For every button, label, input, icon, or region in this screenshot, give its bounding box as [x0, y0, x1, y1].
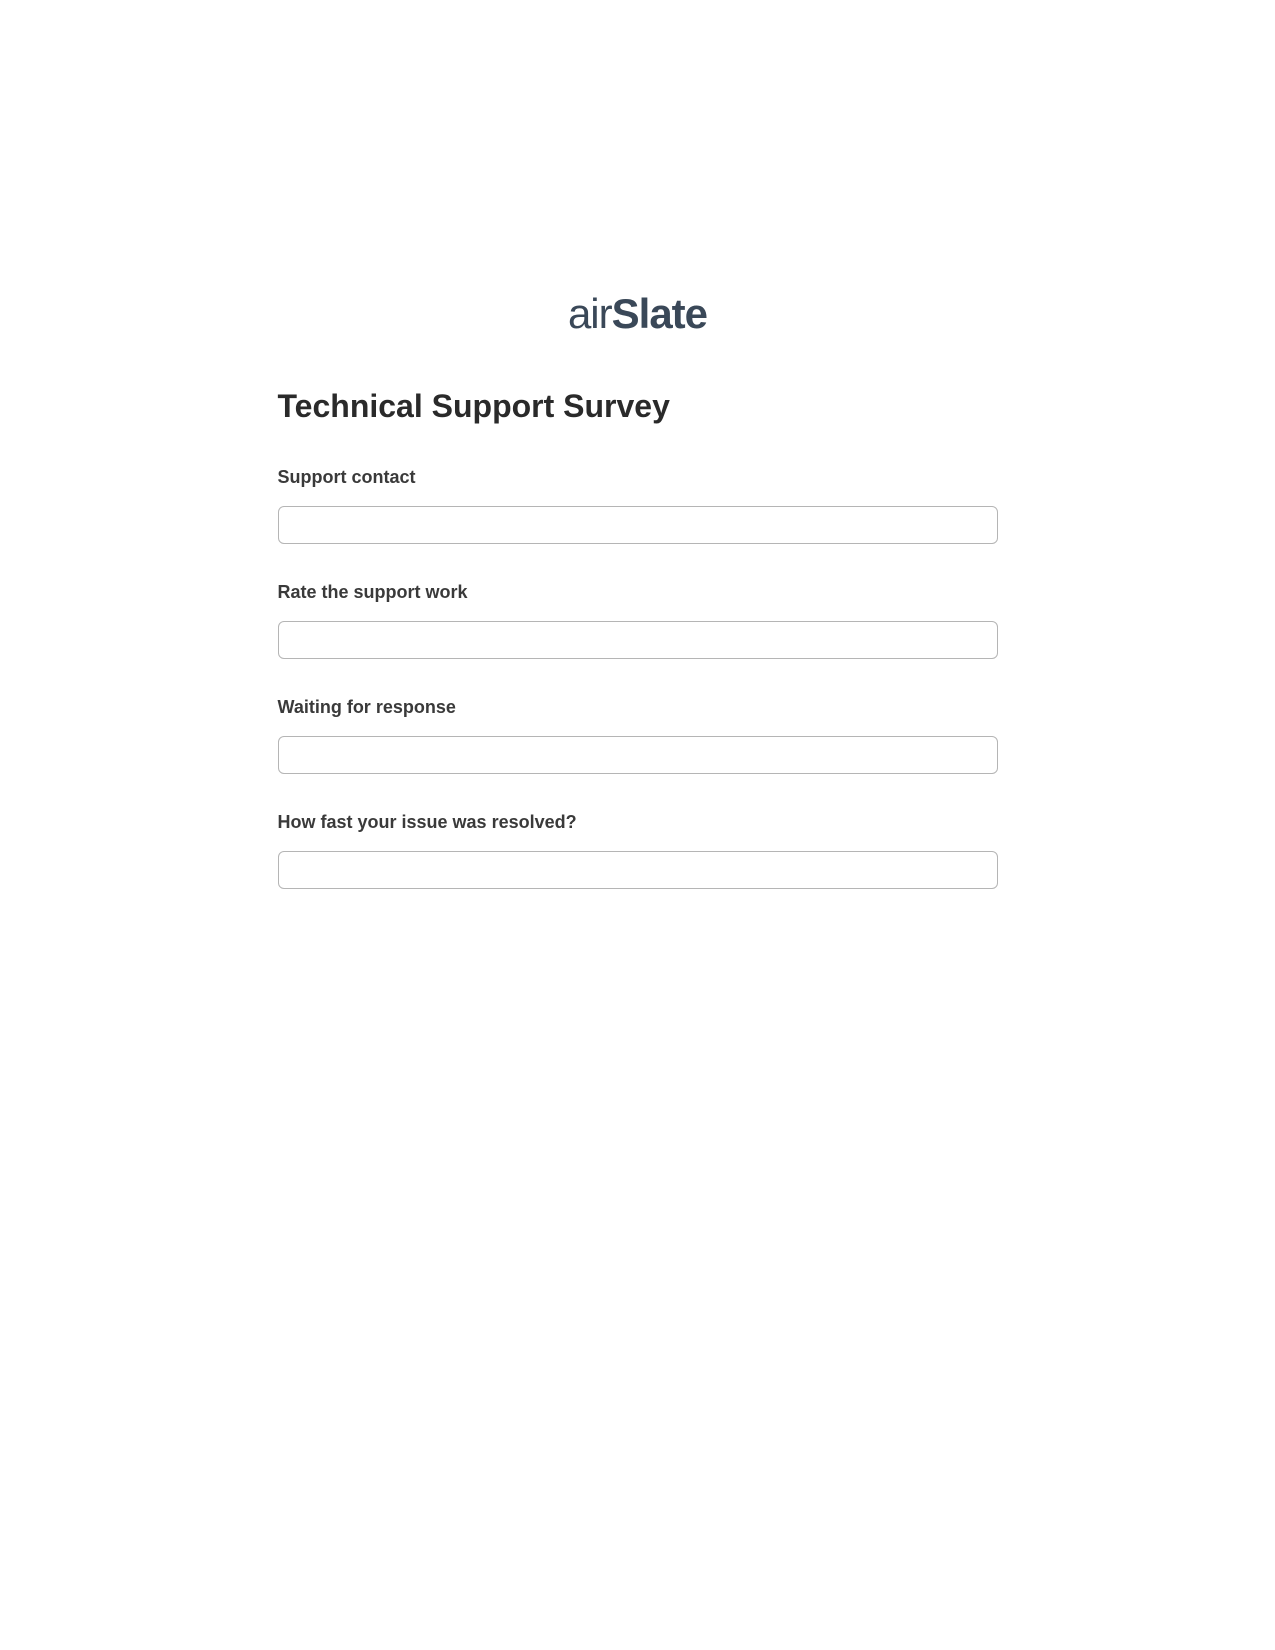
logo-text: airSlate: [568, 290, 707, 337]
logo: airSlate: [278, 290, 998, 338]
form-container: airSlate Technical Support Survey Suppor…: [278, 0, 998, 889]
label-rate-support: Rate the support work: [278, 582, 998, 603]
form-group-waiting-response: Waiting for response: [278, 697, 998, 774]
input-waiting-response[interactable]: [278, 736, 998, 774]
form-group-support-contact: Support contact: [278, 467, 998, 544]
form-group-resolved-speed: How fast your issue was resolved?: [278, 812, 998, 889]
label-resolved-speed: How fast your issue was resolved?: [278, 812, 998, 833]
form-group-rate-support: Rate the support work: [278, 582, 998, 659]
input-resolved-speed[interactable]: [278, 851, 998, 889]
logo-suffix: Slate: [612, 290, 707, 337]
form-title: Technical Support Survey: [278, 388, 998, 425]
label-waiting-response: Waiting for response: [278, 697, 998, 718]
input-rate-support[interactable]: [278, 621, 998, 659]
logo-prefix: air: [568, 290, 612, 337]
input-support-contact[interactable]: [278, 506, 998, 544]
label-support-contact: Support contact: [278, 467, 998, 488]
